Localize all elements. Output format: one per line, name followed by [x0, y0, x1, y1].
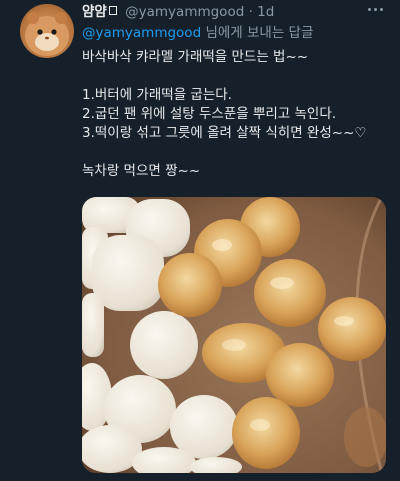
author-handle[interactable]: @yamyammgood	[125, 4, 244, 20]
author-name[interactable]: 얌얌	[82, 4, 107, 20]
hamster-avatar-icon	[25, 12, 69, 56]
avatar[interactable]	[20, 4, 74, 58]
tweet-line: 2.굽던 팬 위에 설탕 두스푼을 뿌리고 녹인다.	[82, 106, 337, 122]
more-icon[interactable]	[368, 4, 386, 16]
reply-mention-link[interactable]: @yamyammgood	[82, 25, 201, 41]
tweet-line: 3.떡이랑 섞고 그릇에 올려 살짝 식히면 완성~~♡	[82, 125, 367, 141]
separator-dot: ·	[248, 4, 253, 20]
tweet-text: 바삭바삭 캬라멜 가래떡을 만드는 법~~ 1.버터에 가래떡을 굽는다. 2.…	[82, 48, 392, 181]
tweet-line: 녹차랑 먹으면 짱~~	[82, 163, 201, 179]
rice-cake-photo	[82, 197, 386, 473]
tofu-glyph-icon	[108, 6, 117, 15]
timestamp[interactable]: 1d	[257, 4, 274, 20]
tweet-header: 얌얌 @yamyammgood · 1d	[82, 2, 400, 22]
tweet-photo[interactable]	[82, 197, 386, 473]
tweet-line: 1.버터에 가래떡을 굽는다.	[82, 87, 232, 103]
replying-to: @yamyammgood 님에게 보내는 답글	[82, 24, 313, 42]
reply-suffix: 님에게 보내는 답글	[205, 25, 314, 41]
tweet-line: 바삭바삭 캬라멜 가래떡을 만드는 법~~	[82, 49, 309, 65]
